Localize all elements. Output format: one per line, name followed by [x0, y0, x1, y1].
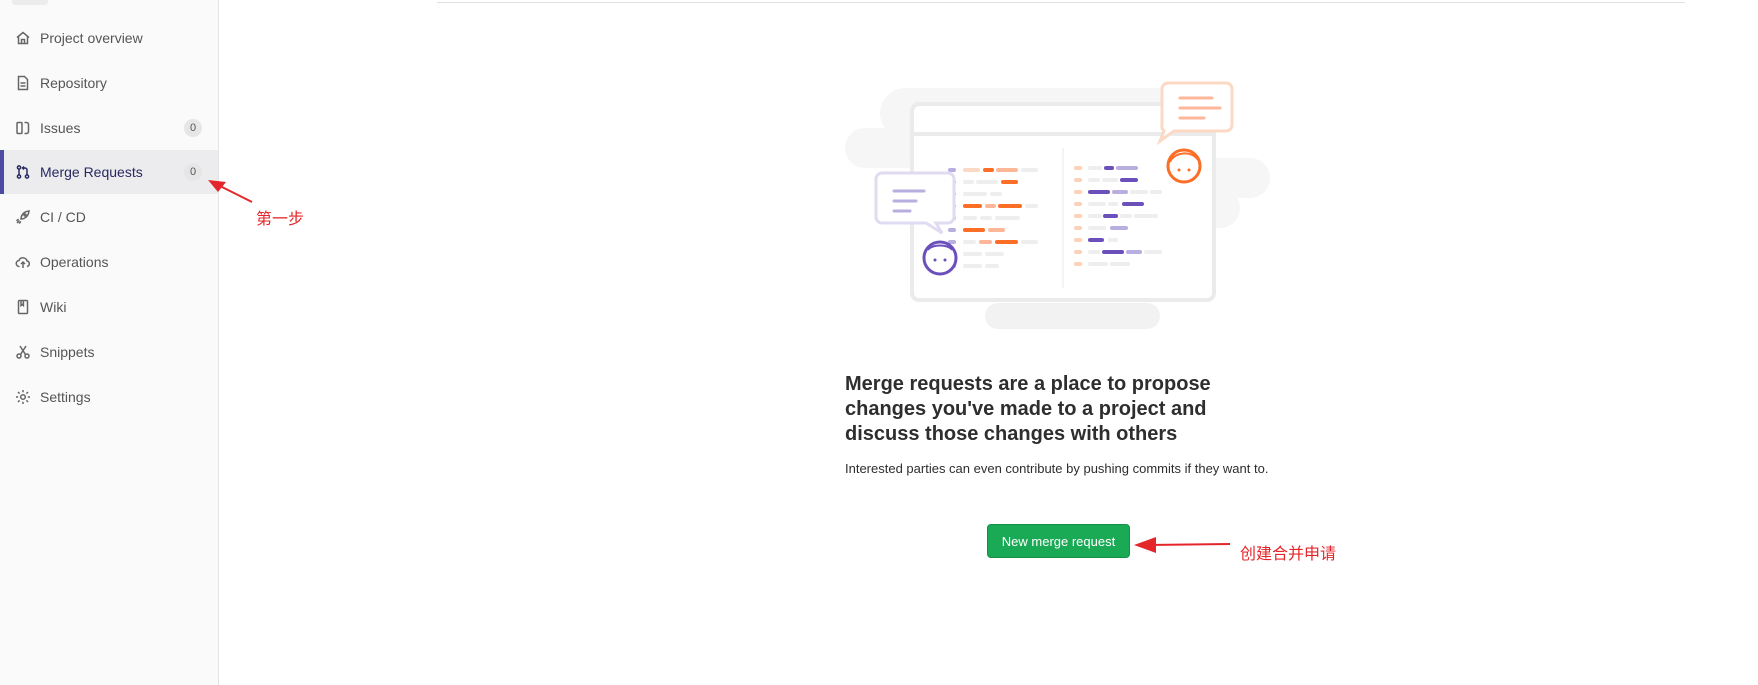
merge-request-icon	[15, 164, 31, 180]
sidebar-item-settings[interactable]: Settings	[0, 375, 218, 419]
sidebar-item-label: Project overview	[40, 30, 143, 46]
sidebar-item-label: Snippets	[40, 344, 95, 360]
sidebar-item-operations[interactable]: Operations	[0, 240, 218, 284]
sidebar-item-ci-cd[interactable]: CI / CD	[0, 195, 218, 239]
new-merge-request-button[interactable]: New merge request	[987, 524, 1130, 558]
sidebar-item-project-overview[interactable]: Project overview	[0, 16, 218, 60]
home-icon	[15, 30, 31, 46]
sidebar-item-issues[interactable]: Issues 0	[0, 106, 218, 150]
merge-requests-count-badge: 0	[184, 163, 202, 181]
sidebar-item-label: Issues	[40, 120, 81, 136]
sidebar: Project overview Repository Issues 0 Mer…	[0, 0, 219, 685]
sidebar-item-label: Repository	[40, 75, 107, 91]
sidebar-item-label: Settings	[40, 389, 91, 405]
sidebar-item-merge-requests[interactable]: Merge Requests 0	[0, 150, 218, 194]
document-icon	[15, 75, 31, 91]
sidebar-item-snippets[interactable]: Snippets	[0, 330, 218, 374]
merge-request-illustration	[845, 81, 1270, 329]
sidebar-top-stub	[12, 0, 48, 5]
sidebar-item-label: CI / CD	[40, 209, 86, 225]
sidebar-item-wiki[interactable]: Wiki	[0, 285, 218, 329]
content-top-divider	[437, 2, 1685, 3]
book-icon	[15, 299, 31, 315]
empty-state-title: Merge requests are a place to propose ch…	[845, 373, 1211, 445]
cloud-icon	[15, 254, 31, 270]
gear-icon	[15, 389, 31, 405]
sidebar-item-label: Merge Requests	[40, 164, 143, 180]
rocket-icon	[15, 209, 31, 225]
step-one-arrow-icon	[208, 180, 253, 203]
issues-count-badge: 0	[184, 119, 202, 137]
sidebar-item-label: Wiki	[40, 299, 67, 315]
sidebar-item-label: Operations	[40, 254, 109, 270]
empty-state-description: Interested parties can even contribute b…	[845, 461, 1269, 476]
sidebar-item-repository[interactable]: Repository	[0, 61, 218, 105]
annotation-create-merge-request: 创建合并申请	[1240, 544, 1337, 563]
issues-icon	[15, 120, 31, 136]
create-merge-arrow-icon	[1134, 537, 1231, 553]
scissors-icon	[15, 344, 31, 360]
annotation-step-one: 第一步	[256, 209, 305, 228]
